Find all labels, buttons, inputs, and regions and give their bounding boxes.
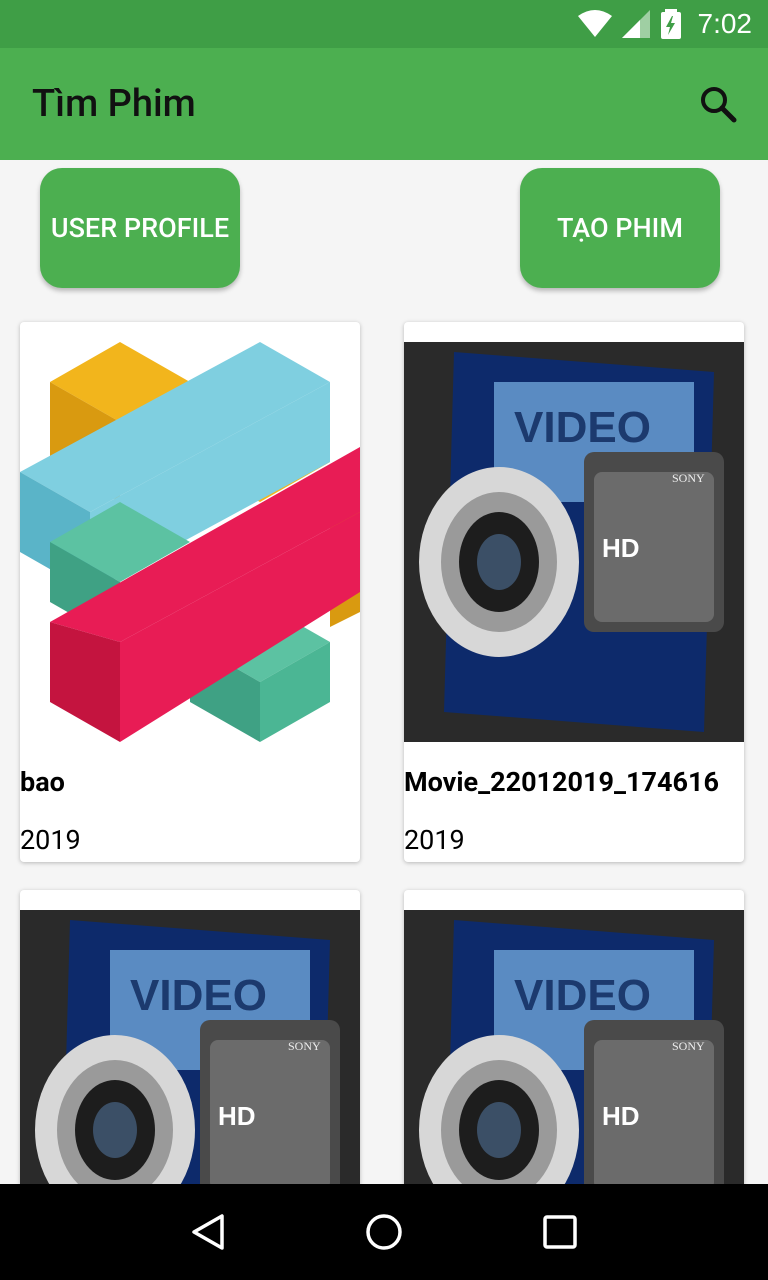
movie-title: bao <box>20 766 65 798</box>
svg-text:SONY: SONY <box>672 471 705 485</box>
user-profile-button[interactable]: USER PROFILE <box>40 168 240 288</box>
recents-button[interactable] <box>530 1202 590 1262</box>
svg-text:VIDEO: VIDEO <box>514 971 651 1020</box>
svg-text:HD: HD <box>218 1101 256 1131</box>
recents-icon <box>543 1215 577 1249</box>
home-icon <box>366 1214 402 1250</box>
movie-year: 2019 <box>404 824 465 856</box>
video-camera-icon: VIDEO HD SONY <box>404 910 744 1210</box>
movie-title: Movie_22012019_174616 <box>404 766 719 798</box>
cell-signal-icon <box>621 10 650 38</box>
wifi-icon <box>577 10 612 37</box>
search-icon <box>701 87 737 123</box>
movie-thumbnail-abstract <box>20 342 360 742</box>
back-icon <box>192 1214 224 1250</box>
app-bar: Tìm Phim <box>0 48 768 160</box>
navigation-bar <box>0 1184 768 1280</box>
svg-text:SONY: SONY <box>288 1039 321 1053</box>
status-time: 7:02 <box>697 8 753 39</box>
video-camera-icon: VIDEO HD SONY <box>20 910 360 1210</box>
movie-card[interactable]: bao 2019 <box>20 322 360 862</box>
video-camera-icon: VIDEO HD SONY <box>404 342 744 742</box>
status-bar: 7:02 <box>0 0 768 48</box>
battery-charging-icon <box>660 9 681 39</box>
back-button[interactable] <box>178 1202 238 1262</box>
movie-card[interactable]: VIDEO HD SONY <box>404 890 744 1210</box>
svg-text:HD: HD <box>602 1101 640 1131</box>
svg-text:VIDEO: VIDEO <box>130 971 267 1020</box>
svg-text:SONY: SONY <box>672 1039 705 1053</box>
page-title: Tìm Phim <box>32 82 196 126</box>
create-movie-button[interactable]: TẠO PHIM <box>520 168 720 288</box>
home-button[interactable] <box>354 1202 414 1262</box>
movie-year: 2019 <box>20 824 81 856</box>
svg-text:VIDEO: VIDEO <box>514 403 651 452</box>
movie-card[interactable]: VIDEO HD SONY Movie_22012019_174616 2019 <box>404 322 744 862</box>
movie-card[interactable]: VIDEO HD SONY <box>20 890 360 1210</box>
svg-text:HD: HD <box>602 533 640 563</box>
search-button[interactable] <box>696 82 740 126</box>
